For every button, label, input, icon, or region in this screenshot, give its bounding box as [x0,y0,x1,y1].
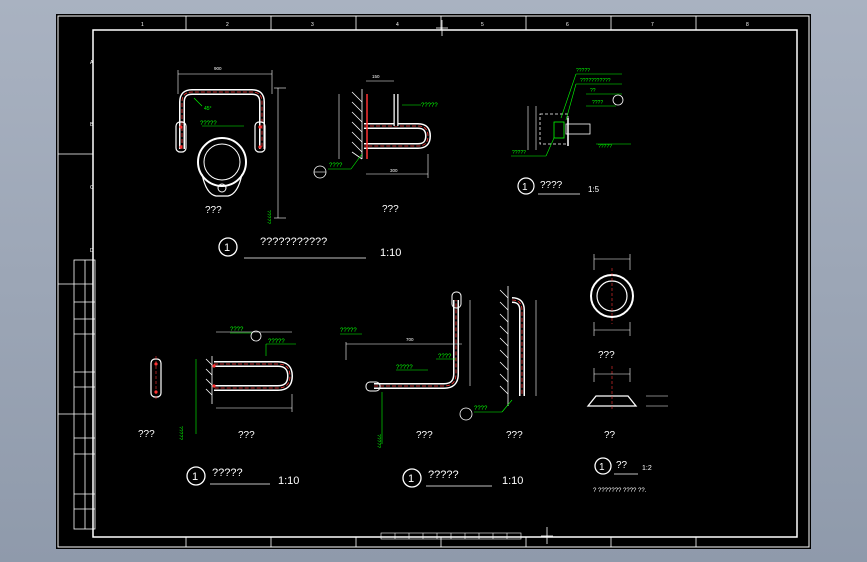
detail-marker-number: 1 [522,182,528,193]
bottom-left-callout [250,330,262,342]
bottom-left-caption-b: ??? [238,430,255,441]
detail-label-4: ???? [592,100,603,106]
mount-detail: ????? ??????????? ?? ???? ????? ????? 1 … [511,68,631,195]
grid-top-7: 7 [651,22,654,28]
center-marks [436,20,553,544]
cad-drawing-viewport[interactable]: 1 2 3 4 5 6 7 8 A B C D 45° ????? 900 ??… [56,14,811,549]
detail-label-3: ?? [590,88,596,94]
front-view-caption: ??? [205,205,222,216]
grid-top-2: 2 [226,22,229,28]
scale-bar [380,532,522,540]
bottom-middle-label-4: ????? [375,434,381,448]
bottom-middle-title: ????? [428,469,459,481]
detail-title: ???? [540,180,563,191]
bottom-right-marker-number: 1 [599,462,605,473]
bottom-left-label-3: ????? [177,426,183,440]
side-view-rail: 150 300 ????? ???? ??? [313,74,438,215]
grid-top-1: 1 [141,22,144,28]
bottom-right-title: ?? [616,460,628,471]
top-section-title: 1 ??????????? 1:10 [218,236,401,259]
bottom-middle-label-1: ????? [340,328,357,334]
top-marker-number: 1 [224,242,230,254]
detail-label-5: ????? [598,144,612,150]
side-view-wall-label: ???? [329,163,343,169]
side-view-depth-dim: 300 [390,168,398,173]
grid-left-d: D [90,248,94,254]
grid-left-c: C [90,185,94,191]
top-scale: 1:10 [380,247,401,259]
detail-label-6: ????? [512,150,526,156]
bottom-left-caption-a: ??? [138,429,155,440]
bottom-middle-caption-b: ??? [506,430,523,441]
grid-top-4: 4 [396,22,399,28]
bottom-middle-callout [459,407,473,421]
bottom-middle-label-2: ????? [396,365,413,371]
front-view-width-dim: 900 [214,66,222,71]
bottom-right-note: ? ??????? ???? ??. [593,488,647,494]
bottom-middle-scale: 1:10 [502,475,523,487]
detail-callout [612,94,624,106]
bottom-middle-marker-number: 1 [408,473,414,485]
grid-top-3: 3 [311,22,314,28]
detail-label-2: ??????????? [580,78,611,84]
bottom-left-label-2: ????? [268,339,285,345]
bottom-left-rail: ??? ???? ????? ????? ??? 1 ????? 1:10 [138,327,299,487]
front-view-dim-label: ????? [200,121,217,127]
bottom-left-scale: 1:10 [278,475,299,487]
bottom-right-scale: 1:2 [642,465,652,472]
bottom-middle-caption: ??? [416,430,433,441]
front-view-height-label: ????? [265,210,271,224]
title-block [73,259,96,530]
top-title: ??????????? [260,236,327,248]
bottom-left-title: ????? [212,467,243,479]
bottom-left-marker-number: 1 [192,471,198,483]
detail-scale: 1:5 [588,185,600,194]
front-view-urinal: 45° ????? 900 ????? ??? [175,66,286,224]
detail-label-1: ????? [576,68,590,74]
cad-drawing: 1 2 3 4 5 6 7 8 A B C D 45° ????? 900 ??… [57,15,810,548]
side-view-top-dim: 150 [372,74,380,79]
grid-top-5: 5 [481,22,484,28]
bottom-middle-width-dim: 700 [406,337,414,342]
grid-top-8: 8 [746,22,749,28]
inner-frame [92,29,798,538]
flange-caption: ?? [604,430,616,441]
bottom-left-label-1: ???? [230,327,244,333]
grid-labels: 1 2 3 4 5 6 7 8 A B C D [90,22,749,254]
bottom-middle-label-3: ???? [438,354,452,360]
grid-top-6: 6 [566,22,569,28]
outer-frame [57,15,810,548]
bottom-middle-label-5: ???? [474,406,488,412]
pipe-section: ??? ?? 1 ?? 1:2 ? ??????? ???? ??. [586,254,668,494]
front-view-angle-label: 45° [204,106,212,112]
side-view-caption: ??? [382,204,399,215]
side-view-pipe-label: ????? [421,103,438,109]
bottom-middle-rail: ????? ????? ???? ????? 700 ??? ???? ??? … [340,286,537,488]
pipe-section-caption: ??? [598,350,615,361]
